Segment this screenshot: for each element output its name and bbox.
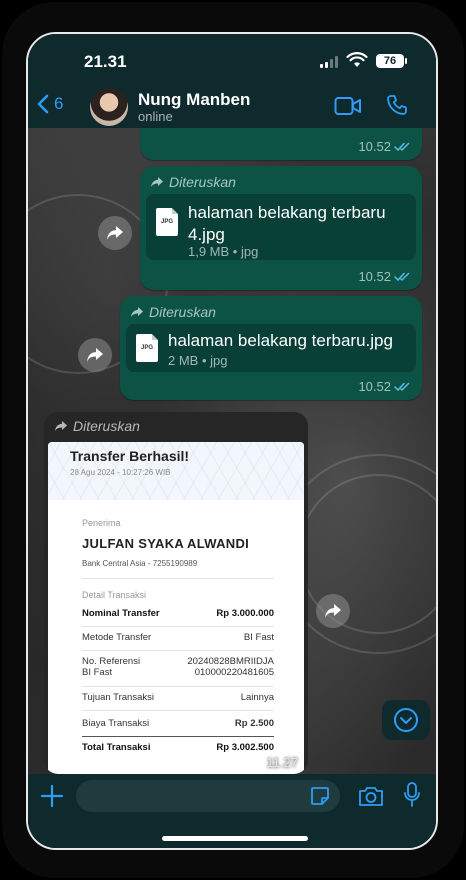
message-input[interactable] [76, 780, 340, 812]
forward-icon [151, 177, 163, 187]
chevron-down-icon [394, 708, 418, 732]
contact-status: online [138, 109, 173, 124]
message-time: 11.27 [266, 755, 298, 770]
image-message-bubble[interactable]: Diteruskan Transfer Berhasil! 28 Agu 202… [44, 412, 308, 774]
receipt-row: Biaya Transaksi Rp 2.500 [82, 718, 274, 729]
back-chevron-icon [37, 94, 49, 114]
share-icon [325, 604, 341, 618]
receipt-row: Tujuan Transaksi Lainnya [82, 692, 274, 703]
forwarded-label: Diteruskan [150, 174, 236, 190]
jpg-file-icon: JPG [156, 208, 178, 236]
file-message-bubble[interactable]: Diteruskan JPG halaman belakang terbaru … [140, 166, 422, 290]
receipt-title: Transfer Berhasil! [70, 448, 190, 464]
double-check-icon [394, 272, 410, 281]
share-button[interactable] [316, 594, 350, 628]
unread-count: 6 [54, 94, 64, 113]
mic-icon[interactable] [404, 782, 420, 808]
forward-icon [55, 421, 67, 431]
back-button[interactable]: 6 [36, 94, 63, 114]
forward-icon [131, 307, 143, 317]
avatar[interactable] [90, 88, 128, 126]
receipt-date: 28 Agu 2024 - 10:27:26 WIB [70, 468, 171, 477]
plus-icon[interactable] [40, 784, 64, 808]
double-check-icon [394, 142, 410, 151]
phone-frame: 21.31 76 6 Nung Manben online 10.52 Dite… [2, 2, 464, 878]
battery-icon: 76 [376, 54, 407, 68]
wifi-icon [346, 52, 368, 67]
forwarded-label: Diteruskan [130, 304, 216, 320]
sticker-icon[interactable] [310, 786, 330, 806]
message-bubble-continued[interactable]: 10.52 [140, 128, 422, 160]
camera-icon[interactable] [358, 785, 384, 807]
status-bar: 21.31 76 [28, 34, 436, 86]
receipt-row: Metode Transfer BI Fast [82, 632, 274, 643]
file-message-bubble[interactable]: Diteruskan JPG halaman belakang terbaru.… [120, 296, 422, 400]
receipt-row: Nominal Transfer Rp 3.000.000 [82, 608, 274, 619]
message-input-bar [28, 774, 436, 848]
status-time: 21.31 [84, 52, 127, 71]
jpg-file-icon: JPG [136, 334, 158, 362]
file-card[interactable]: JPG halaman belakang terbaru 4.jpg 1,9 M… [146, 194, 416, 260]
recipient-bank: Bank Central Asia - 7255190989 [82, 559, 198, 568]
recipient-name: JULFAN SYAKA ALWANDI [82, 536, 250, 551]
screen: 21.31 76 6 Nung Manben online 10.52 Dite… [26, 32, 438, 850]
double-check-icon [394, 382, 410, 391]
file-name: halaman belakang terbaru 4.jpg [188, 203, 386, 244]
message-time: 10.52 [358, 139, 412, 154]
recipient-label: Penerima [82, 518, 121, 528]
video-call-icon[interactable] [334, 96, 362, 116]
signal-icon [320, 56, 338, 68]
share-button[interactable] [78, 338, 112, 372]
receipt-row: Total Transaksi Rp 3.002.500 [82, 742, 274, 753]
details-label: Detail Transaksi [82, 590, 147, 600]
message-time: 10.52 [358, 379, 412, 394]
forwarded-label: Diteruskan [54, 418, 140, 434]
scroll-to-bottom-button[interactable] [382, 700, 430, 740]
receipt-row: No. Referensi BI Fast 20240828BMRIIDJA 010… [82, 656, 274, 678]
file-card[interactable]: JPG halaman belakang terbaru.jpg 2 MB • … [126, 324, 416, 372]
file-meta: 1,9 MB • jpg [188, 244, 259, 259]
share-icon [87, 348, 103, 362]
chat-header: 6 Nung Manben online [28, 86, 436, 128]
home-indicator[interactable] [162, 836, 308, 841]
message-time: 10.52 [358, 269, 412, 284]
share-icon [107, 226, 123, 240]
file-name: halaman belakang terbaru.jpg [168, 331, 393, 350]
file-meta: 2 MB • jpg [168, 353, 228, 368]
contact-name[interactable]: Nung Manben [138, 90, 250, 110]
phone-icon[interactable] [386, 94, 408, 116]
share-button[interactable] [98, 216, 132, 250]
receipt-image[interactable]: Transfer Berhasil! 28 Agu 2024 - 10:27:2… [48, 442, 304, 774]
